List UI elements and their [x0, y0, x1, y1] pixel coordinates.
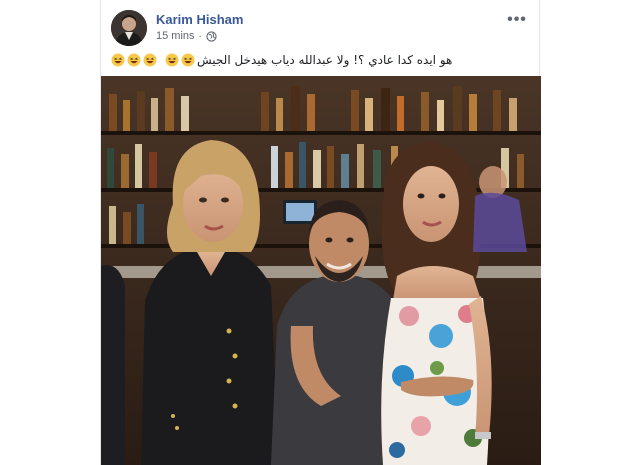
post-meta: 15 mins · [156, 30, 217, 42]
post-timestamp[interactable]: 15 mins [156, 30, 195, 42]
avatar[interactable] [111, 10, 147, 46]
laughing-emoji-icon [127, 53, 141, 67]
more-options-icon[interactable]: ••• [505, 10, 529, 30]
post-text: هو ايده كدا عادي ؟! ولا عبدالله دياب هيد… [111, 51, 531, 69]
post-photo[interactable] [101, 76, 541, 465]
globe-icon[interactable] [206, 30, 217, 42]
laughing-emoji-icon [143, 53, 157, 67]
meta-separator: · [198, 30, 202, 42]
post-header: Karim Hisham 15 mins · ••• [111, 10, 531, 46]
author-name-link[interactable]: Karim Hisham [156, 12, 243, 27]
laughing-emoji-icon [181, 53, 195, 67]
post-body-text: هو ايده كدا عادي ؟! ولا عبدالله دياب هيد… [197, 53, 453, 67]
laughing-emoji-icon [165, 53, 179, 67]
facebook-post-card: Karim Hisham 15 mins · ••• هو ايده كدا ع… [100, 0, 541, 465]
laughing-emoji-icon [111, 53, 125, 67]
